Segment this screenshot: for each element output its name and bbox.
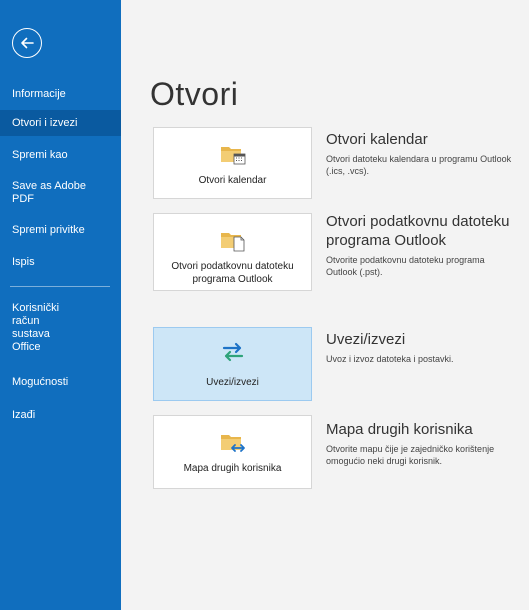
option-description: Uvoz i izvoz datoteka i postavki.	[326, 354, 454, 364]
nav-item-mogucnosti[interactable]: Mogućnosti	[0, 376, 121, 389]
main-content: Otvori Otvori kalendar Otvori kalendar O…	[121, 0, 529, 610]
nav-item-spremi-privitke[interactable]: Spremi privitke	[0, 224, 121, 237]
nav-item-save-as-adobe-pdf[interactable]: Save as Adobe PDF	[0, 180, 108, 206]
other-users-folder-tile[interactable]: Mapa drugih korisnika	[153, 415, 312, 489]
nav-item-izadi[interactable]: Izađi	[0, 409, 121, 422]
back-arrow-icon	[21, 37, 34, 49]
page-title: Otvori	[150, 76, 239, 112]
nav-separator	[10, 286, 110, 287]
import-export-description: Uvezi/izvezi Uvoz i izvoz datoteka i pos…	[326, 330, 516, 365]
import-export-tile[interactable]: Uvezi/izvezi	[153, 327, 312, 401]
other-users-folder-description: Mapa drugih korisnika Otvorite mapu čije…	[326, 420, 516, 467]
option-title: Uvezi/izvezi	[326, 331, 406, 348]
option-description: Otvorite mapu čije je zajedničko korište…	[326, 444, 495, 466]
nav-item-spremi-kao[interactable]: Spremi kao	[0, 149, 121, 162]
back-button[interactable]	[12, 28, 42, 58]
tile-label: Otvori podatkovnu datoteku programa Outl…	[171, 261, 294, 285]
nav-item-korisnicki-racun[interactable]: Korisnički račun sustava Office	[0, 302, 70, 354]
option-title: Otvori kalendar	[326, 131, 428, 148]
option-description: Otvorite podatkovnu datoteku programa Ou…	[326, 255, 485, 277]
tile-label: Mapa drugih korisnika	[183, 463, 282, 474]
nav-item-ispis[interactable]: Ispis	[0, 256, 121, 269]
open-calendar-description: Otvori kalendar Otvori datoteku kalendar…	[326, 130, 516, 177]
open-calendar-tile[interactable]: Otvori kalendar	[153, 127, 312, 199]
tile-label: Uvezi/izvezi	[206, 377, 259, 388]
open-data-file-tile[interactable]: Otvori podatkovnu datoteku programa Outl…	[153, 213, 312, 291]
shared-folder-icon	[220, 435, 245, 452]
nav-item-otvori-i-izvezi[interactable]: Otvori i izvezi	[0, 110, 121, 136]
nav-item-informacije[interactable]: Informacije	[0, 88, 121, 101]
option-description: Otvori datoteku kalendara u programu Out…	[326, 154, 512, 176]
option-title: Otvori podatkovnu datoteku programa Outl…	[326, 213, 510, 249]
open-data-file-description: Otvori podatkovnu datoteku programa Outl…	[326, 212, 516, 278]
import-export-arrows-icon	[222, 342, 243, 362]
folder-file-icon	[220, 233, 244, 252]
option-title: Mapa drugih korisnika	[326, 421, 473, 438]
tile-label: Otvori kalendar	[198, 175, 267, 186]
folder-calendar-icon	[220, 147, 245, 165]
backstage-sidebar: Informacije Otvori i izvezi Spremi kao S…	[0, 0, 121, 610]
